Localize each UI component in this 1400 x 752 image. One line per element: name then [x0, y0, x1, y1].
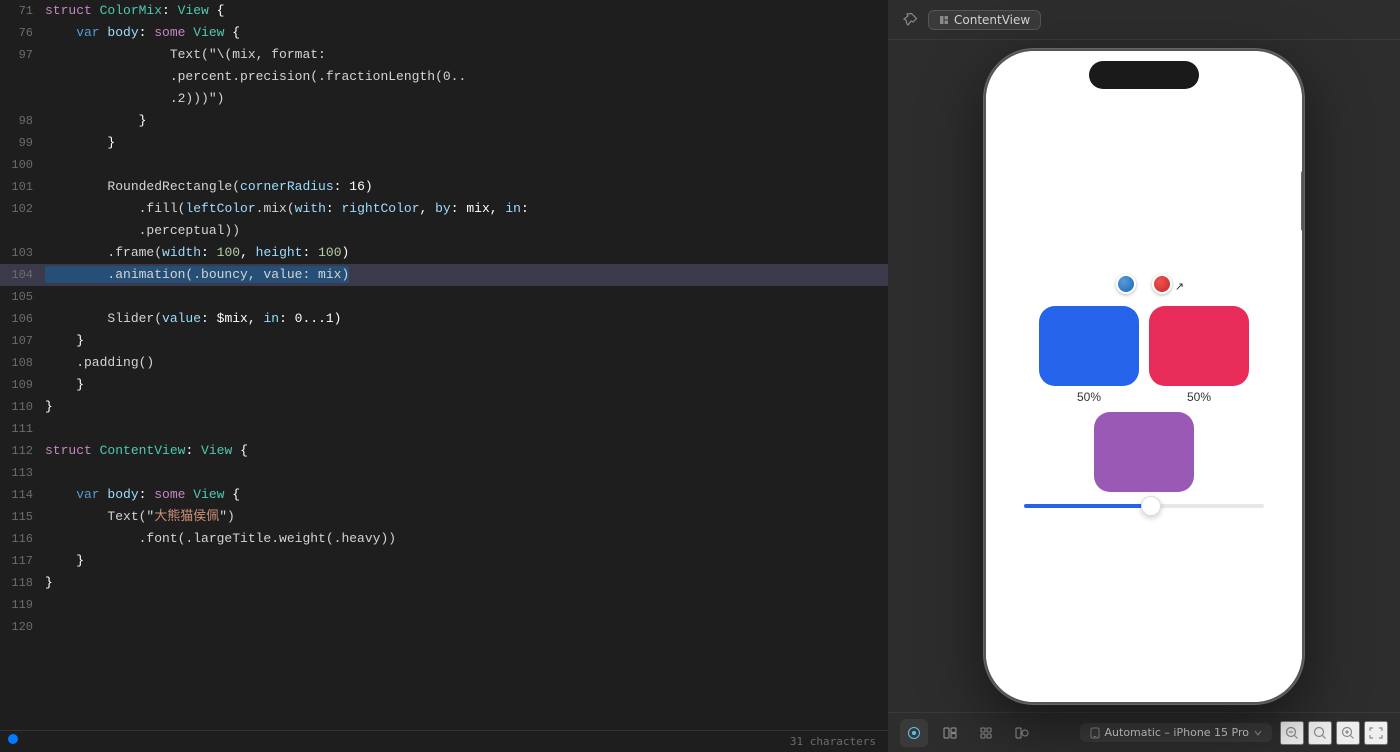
code-line: 106 Slider(value: $mix, in: 0...1)	[0, 308, 888, 330]
preview-panel: ContentView ↗	[888, 0, 1400, 752]
device-label: Automatic – iPhone 15 Pro	[1105, 726, 1249, 739]
character-count-label: 31 characters	[790, 735, 876, 748]
code-line: 105	[0, 286, 888, 308]
fit-button[interactable]	[1364, 721, 1388, 745]
code-line: 113	[0, 462, 888, 484]
mixer-dots: ↗	[1116, 274, 1172, 294]
code-line: 101 RoundedRectangle(cornerRadius: 16)	[0, 176, 888, 198]
code-line: 114 var body: some View {	[0, 484, 888, 506]
code-line: 98 }	[0, 110, 888, 132]
iphone-notch	[1089, 61, 1199, 89]
zoom-reset-button[interactable]	[1308, 721, 1332, 745]
content-view-label: ContentView	[954, 13, 1030, 27]
slider-thumb	[1141, 496, 1161, 516]
inspect-button[interactable]	[936, 719, 964, 747]
device-selector[interactable]: Automatic – iPhone 15 Pro	[1080, 723, 1272, 742]
red-box-container: 50%	[1149, 306, 1249, 404]
fit-icon	[1369, 726, 1383, 740]
code-line: .percent.precision(.fractionLength(0..	[0, 66, 888, 88]
code-line: 117 }	[0, 550, 888, 572]
inspect-icon	[943, 727, 957, 739]
zoom-reset-icon	[1313, 726, 1327, 740]
preview-toolbar: Automatic – iPhone 15 Pro	[888, 712, 1400, 752]
activity-indicator	[8, 734, 18, 744]
mixed-color-box	[1094, 412, 1194, 492]
play-icon	[908, 727, 920, 739]
red-color-dot	[1152, 274, 1172, 294]
code-line: 110 }	[0, 396, 888, 418]
red-color-box	[1149, 306, 1249, 386]
zoom-in-icon	[1341, 726, 1355, 740]
iphone-icon	[1090, 727, 1100, 739]
iphone-frame: ↗ 50% 50%	[984, 49, 1304, 704]
blue-pct-label: 50%	[1077, 390, 1101, 404]
pin-icon[interactable]	[900, 10, 920, 30]
slider-container[interactable]	[1024, 504, 1264, 508]
view-icon	[939, 15, 949, 25]
color-boxes-row: 50% 50%	[1039, 306, 1249, 404]
grid-icon	[980, 727, 992, 739]
blue-color-box	[1039, 306, 1139, 386]
zoom-in-button[interactable]	[1336, 721, 1360, 745]
dot-container: ↗	[1152, 274, 1172, 294]
cursor-arrow: ↗	[1175, 280, 1184, 293]
code-line: 103 .frame(width: 100, height: 100)	[0, 242, 888, 264]
code-line: 107 }	[0, 330, 888, 352]
code-line: 109 }	[0, 374, 888, 396]
grid-button[interactable]	[972, 719, 1000, 747]
code-line: 118 }	[0, 572, 888, 594]
chevron-down-icon	[1254, 730, 1262, 736]
code-line: .perceptual))	[0, 220, 888, 242]
code-editor: 71 struct ColorMix: View { 76 var body: …	[0, 0, 888, 752]
settings-icon	[1015, 727, 1029, 739]
code-line: 108 .padding()	[0, 352, 888, 374]
blue-box-container: 50%	[1039, 306, 1139, 404]
code-line: 115 Text("大熊猫侯佩")	[0, 506, 888, 528]
settings-button[interactable]	[1008, 719, 1036, 747]
app-content: ↗ 50% 50%	[1024, 274, 1264, 508]
zoom-out-button[interactable]	[1280, 721, 1304, 745]
code-line: 102 .fill(leftColor.mix(with: rightColor…	[0, 198, 888, 220]
preview-header: ContentView	[888, 0, 1400, 40]
status-bar: 31 characters	[0, 730, 888, 752]
code-line: .2)))")	[0, 88, 888, 110]
code-line: 116 .font(.largeTitle.weight(.heavy))	[0, 528, 888, 550]
iphone-screen: ↗ 50% 50%	[986, 51, 1302, 702]
code-line-highlighted: 104 .animation(.bouncy, value: mix)	[0, 264, 888, 286]
code-lines: 71 struct ColorMix: View { 76 var body: …	[0, 0, 888, 730]
code-line: 99 }	[0, 132, 888, 154]
play-button[interactable]	[900, 719, 928, 747]
code-line: 119	[0, 594, 888, 616]
blue-color-dot	[1116, 274, 1136, 294]
code-line: 120	[0, 616, 888, 638]
slider-track	[1024, 504, 1264, 508]
red-pct-label: 50%	[1187, 390, 1211, 404]
code-line: 97 Text("\(mix, format:	[0, 44, 888, 66]
code-line: 76 var body: some View {	[0, 22, 888, 44]
zoom-out-icon	[1285, 726, 1299, 740]
code-line: 111	[0, 418, 888, 440]
preview-canvas: ↗ 50% 50%	[888, 40, 1400, 712]
content-view-badge[interactable]: ContentView	[928, 10, 1041, 30]
code-line: 112 struct ContentView: View {	[0, 440, 888, 462]
zoom-controls	[1280, 721, 1388, 745]
code-line: 100	[0, 154, 888, 176]
iphone-side-button	[1301, 171, 1304, 231]
code-line: 71 struct ColorMix: View {	[0, 0, 888, 22]
